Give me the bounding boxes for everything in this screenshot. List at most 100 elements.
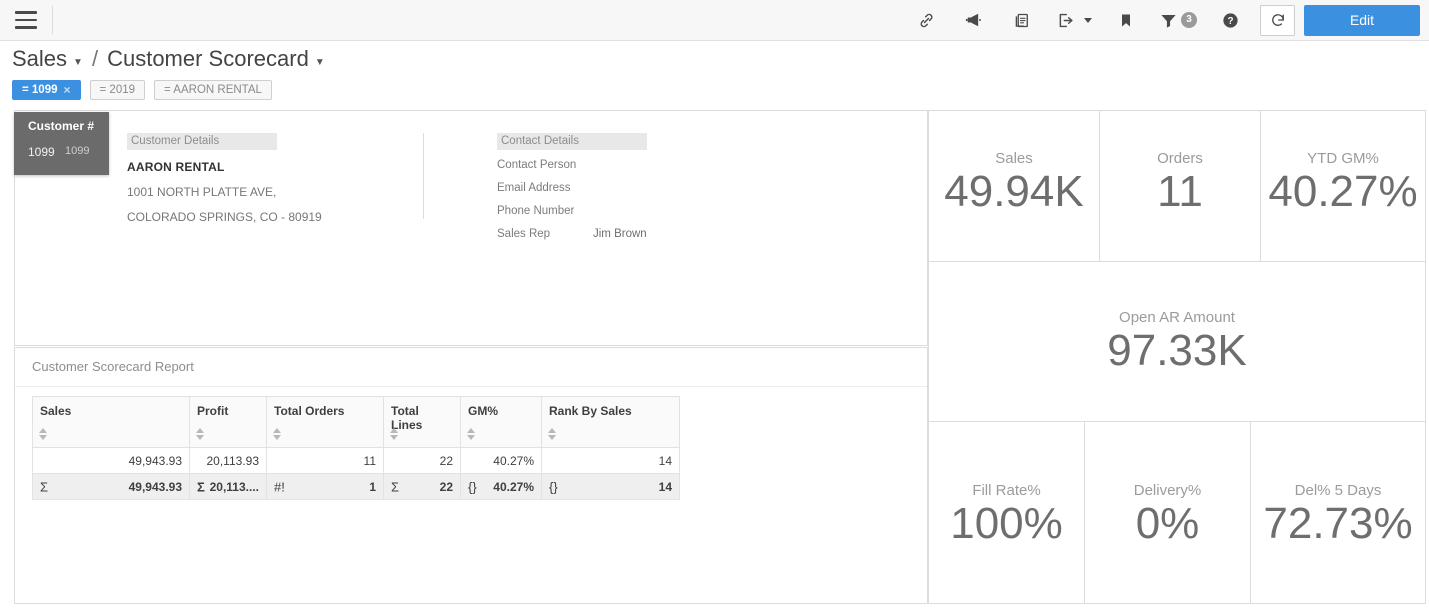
reset-icon[interactable] [1260,5,1295,36]
customer-address-line-1: 1001 NORTH PLATTE AVE, [127,185,322,199]
breadcrumb-current-chevron-down-icon[interactable]: ▼ [315,57,325,68]
breadcrumb-root-chevron-down-icon[interactable]: ▼ [73,57,83,68]
contact-row-person: Contact Person [497,159,647,171]
customer-scorecard-report-panel: Customer Scorecard Report Sales Profit [14,347,928,604]
table-header-row: Sales Profit Total Orders Total Lines [33,397,680,448]
total-sales: Σ 49,943.93 [33,474,190,500]
filter-icon[interactable]: 3 [1150,0,1206,40]
hamburger-menu-icon[interactable] [0,0,52,40]
contact-key: Sales Rep [497,228,593,240]
total-profit: Σ 20,113.... [190,474,267,500]
aggregation-symbol: {} [549,479,558,494]
breadcrumb-root[interactable]: Sales [12,46,67,72]
cell-total-lines: 22 [384,448,461,474]
total-total-lines: Σ 22 [384,474,461,500]
cell-rank-by-sales: 14 [542,448,680,474]
kpi-label: Sales [995,150,1033,167]
toolbar-divider [52,6,53,34]
total-value: 1 [369,480,376,494]
table-totals-row: Σ 49,943.93 Σ 20,113.... #! 1 Σ 22 [33,474,680,500]
sort-icon[interactable] [467,428,476,442]
aggregation-symbol: {} [468,479,477,494]
kpi-label: YTD GM% [1307,150,1379,167]
total-total-orders: #! 1 [267,474,384,500]
contact-details-header: Contact Details [497,133,647,150]
contact-row-email: Email Address [497,182,647,194]
breadcrumb-separator: / [92,46,98,72]
customer-address-block: Customer Details AARON RENTAL 1001 NORTH… [127,131,322,224]
total-value: 40.27% [493,480,534,494]
sort-icon[interactable] [39,428,48,442]
column-label: Total Orders [274,404,344,418]
kpi-row-middle: Open AR Amount 97.33K [928,262,1426,422]
contact-key: Email Address [497,182,593,194]
top-toolbar: 3 ? Edit [0,0,1429,41]
kpi-value: 49.94K [944,169,1083,216]
megaphone-icon[interactable] [950,0,998,40]
total-value: 22 [440,480,453,494]
customer-tooltip: Customer # 1099 1099 [14,112,109,175]
cell-gm-percent: 40.27% [461,448,542,474]
detail-vertical-divider [423,133,424,219]
kpi-value: 97.33K [1107,328,1246,375]
contact-key: Contact Person [497,159,593,171]
column-header-sales[interactable]: Sales [33,397,190,448]
column-header-gm-percent[interactable]: GM% [461,397,542,448]
contact-row-sales-rep: Sales Rep Jim Brown [497,228,647,240]
column-header-total-orders[interactable]: Total Orders [267,397,384,448]
sort-icon[interactable] [196,428,205,442]
total-rank-by-sales: {} 14 [542,474,680,500]
filter-chip-year[interactable]: = 2019 [90,80,146,100]
tooltip-header: Customer # [14,112,109,133]
column-label: Sales [40,404,71,418]
aggregation-symbol: #! [274,479,285,494]
kpi-tile-sales[interactable]: Sales 49.94K [928,110,1100,262]
filter-count-badge: 3 [1181,12,1197,28]
filter-chip-customer[interactable]: = 1099 × [12,80,81,100]
export-icon[interactable] [1046,0,1102,40]
copy-icon[interactable] [998,0,1046,40]
kpi-tile-fill-rate-percent[interactable]: Fill Rate% 100% [928,421,1085,604]
kpi-label: Fill Rate% [972,482,1040,499]
kpi-tile-delivery-percent[interactable]: Delivery% 0% [1084,421,1251,604]
kpi-tile-orders[interactable]: Orders 11 [1099,110,1261,262]
table-row[interactable]: 49,943.93 20,113.93 11 22 40.27% 14 [33,448,680,474]
column-header-profit[interactable]: Profit [190,397,267,448]
filter-chip-customer-name[interactable]: = AARON RENTAL [154,80,272,100]
kpi-tile-open-ar-amount[interactable]: Open AR Amount 97.33K [928,261,1426,422]
bookmark-icon[interactable] [1102,0,1150,40]
kpi-label: Orders [1157,150,1203,167]
report-title: Customer Scorecard Report [15,348,927,374]
column-label: Rank By Sales [549,404,632,418]
help-icon[interactable]: ? [1206,0,1254,40]
contact-value: Jim Brown [593,228,647,240]
customer-address-line-2: COLORADO SPRINGS, CO - 80919 [127,210,322,224]
filter-chip-label: = 2019 [100,84,136,96]
sort-icon[interactable] [273,428,282,442]
sort-icon[interactable] [390,428,399,442]
kpi-label: Delivery% [1134,482,1202,499]
aggregation-symbol: Σ [391,479,399,494]
column-header-rank-by-sales[interactable]: Rank By Sales [542,397,680,448]
cell-total-orders: 11 [267,448,384,474]
kpi-label: Open AR Amount [1119,309,1235,326]
sort-icon[interactable] [548,428,557,442]
kpi-tile-del-percent-5-days[interactable]: Del% 5 Days 72.73% [1250,421,1426,604]
total-value: 14 [659,480,672,494]
contact-key: Phone Number [497,205,593,217]
filter-chip-bar: = 1099 × = 2019 = AARON RENTAL [12,80,272,100]
chevron-down-icon[interactable] [1084,18,1092,23]
kpi-row-top: Sales 49.94K Orders 11 YTD GM% 40.27% [928,110,1426,262]
breadcrumb-current[interactable]: Customer Scorecard [107,46,309,72]
total-value: 49,943.93 [129,480,182,494]
kpi-tile-ytd-gm-percent[interactable]: YTD GM% 40.27% [1260,110,1426,262]
app-root: 3 ? Edit Sales ▼ / Customer Scorecard ▼ [0,0,1429,612]
column-header-total-lines[interactable]: Total Lines [384,397,461,448]
edit-button[interactable]: Edit [1304,5,1420,36]
filter-chip-label: = AARON RENTAL [164,84,262,96]
close-icon[interactable]: × [64,83,71,97]
contact-row-phone: Phone Number [497,205,647,217]
link-icon[interactable] [902,0,950,40]
kpi-value: 0% [1136,501,1200,548]
kpi-value: 40.27% [1268,169,1417,216]
